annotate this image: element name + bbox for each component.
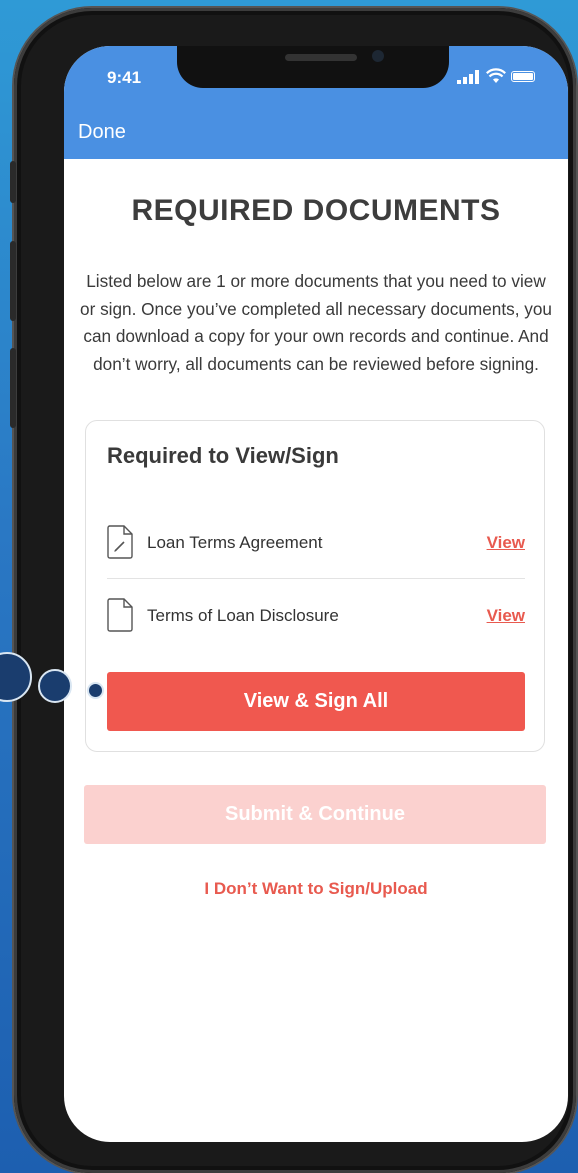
volume-up-button [10, 241, 16, 321]
page-title: REQUIRED DOCUMENTS [131, 194, 501, 227]
view-loan-terms-link[interactable]: View [487, 533, 525, 553]
document-sign-icon [107, 525, 133, 559]
card-title: Required to View/Sign [107, 443, 339, 468]
row-divider [107, 578, 525, 579]
view-disclosure-link[interactable]: View [487, 606, 525, 626]
front-camera [372, 50, 384, 62]
callout-dot-medium [38, 669, 72, 703]
status-time: 9:41 [107, 68, 142, 87]
document-row-loan-terms: Loan Terms Agreement View [107, 523, 525, 563]
callout-dot-small [87, 682, 104, 699]
screen: 9:41 Done REQUIRED DOCUMENTS Listed belo… [64, 46, 568, 1142]
volume-down-button [10, 348, 16, 428]
documents-card: Required to View/Sign Loan Terms Agreeme… [85, 420, 545, 752]
page-description: Listed below are 1 or more documents tha… [80, 271, 552, 374]
speaker-grille [285, 54, 357, 61]
submit-continue-button[interactable]: Submit & Continue [84, 785, 546, 844]
notch [177, 46, 449, 88]
done-button[interactable]: Done [78, 121, 126, 144]
document-row-disclosure: Terms of Loan Disclosure View [107, 596, 525, 636]
document-name: Terms of Loan Disclosure [147, 606, 339, 625]
silent-switch [10, 161, 16, 203]
phone-frame: 9:41 Done REQUIRED DOCUMENTS Listed belo… [10, 8, 576, 1173]
battery-icon [511, 71, 535, 82]
cellular-signal-icon [457, 70, 479, 84]
status-bar: 9:41 Done [64, 46, 568, 159]
document-icon [107, 598, 133, 632]
view-sign-all-button[interactable]: View & Sign All [107, 672, 525, 731]
decline-sign-link[interactable]: I Don’t Want to Sign/Upload [64, 879, 568, 899]
document-name: Loan Terms Agreement [147, 533, 323, 552]
wifi-icon [486, 68, 506, 83]
